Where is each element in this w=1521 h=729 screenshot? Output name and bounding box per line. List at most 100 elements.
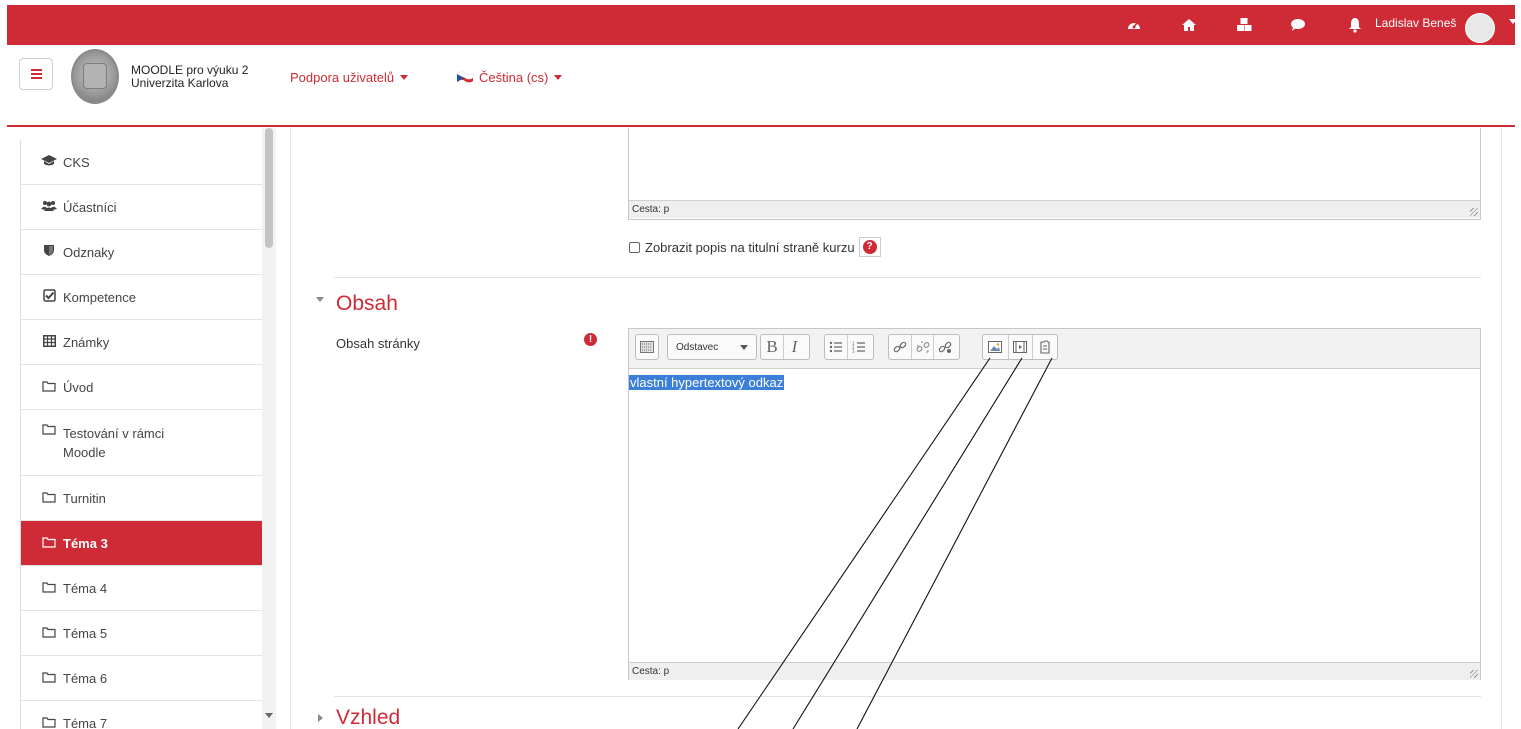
sidebar-item-label: Známky bbox=[63, 334, 110, 350]
folder-icon bbox=[41, 716, 57, 729]
content-field-label: Obsah stránky bbox=[336, 336, 420, 351]
sidebar-item-label: Odznaky bbox=[63, 244, 115, 260]
support-menu-label: Podpora uživatelů bbox=[290, 70, 395, 85]
hamburger-menu-button[interactable] bbox=[19, 58, 53, 90]
manage-files-icon[interactable] bbox=[1032, 335, 1057, 359]
editor-path-text: Cesta: p bbox=[632, 204, 670, 215]
description-editor[interactable]: Cesta: p bbox=[628, 128, 1481, 220]
sidebar-item-grades[interactable]: Známky bbox=[21, 320, 270, 365]
sidebar-item-label: Kompetence bbox=[63, 289, 136, 305]
user-menu-chevron-down-icon[interactable] bbox=[1509, 19, 1517, 24]
toolbar-group-toggle bbox=[635, 334, 659, 360]
ordered-list-icon[interactable]: 123 bbox=[847, 335, 869, 359]
editor-content-area[interactable]: vlastní hypertextový odkaz bbox=[629, 369, 1480, 663]
sidebar-item-tema-7[interactable]: Téma 7 bbox=[21, 701, 270, 729]
unlink-icon[interactable] bbox=[911, 335, 933, 359]
chevron-down-icon bbox=[400, 75, 409, 80]
folder-icon bbox=[41, 671, 57, 686]
sidebar-item-label: Účastníci bbox=[63, 199, 117, 215]
avatar[interactable] bbox=[1465, 13, 1495, 43]
site-header: MOODLE pro výuku 2 Univerzita Karlova Po… bbox=[7, 45, 1515, 127]
section-title-obsah[interactable]: Obsah bbox=[336, 292, 398, 316]
toolbar-group-format: B I bbox=[760, 334, 810, 360]
cubes-icon[interactable] bbox=[1236, 17, 1252, 33]
site-name[interactable]: MOODLE pro výuku 2 Univerzita Karlova bbox=[131, 64, 248, 90]
content-editor[interactable]: Odstavec B I 123 vlastní hypertextový od… bbox=[628, 328, 1481, 680]
sidebar-scrollbar[interactable] bbox=[262, 128, 276, 729]
language-label: Čeština (cs) bbox=[479, 70, 549, 85]
toolbar-group-links bbox=[888, 334, 960, 360]
graduation-cap-icon bbox=[41, 154, 57, 170]
required-exclamation-icon: ! bbox=[584, 333, 597, 346]
sidebar-item-label: Téma 7 bbox=[63, 715, 108, 729]
support-menu-link[interactable]: Podpora uživatelů bbox=[290, 70, 409, 85]
bell-icon[interactable] bbox=[1347, 17, 1363, 33]
sidebar-item-uvod[interactable]: Úvod bbox=[21, 365, 270, 410]
sidebar-item-label: CKS bbox=[63, 154, 90, 170]
section-title-vzhled[interactable]: Vzhled bbox=[336, 706, 400, 729]
czech-flag-icon bbox=[456, 71, 474, 83]
resize-handle[interactable] bbox=[1470, 670, 1478, 678]
folder-icon bbox=[41, 423, 57, 438]
question-circle-icon: ? bbox=[862, 240, 877, 254]
folder-icon bbox=[41, 626, 57, 641]
folder-icon bbox=[41, 581, 57, 596]
sidebar-item-tema-4[interactable]: Téma 4 bbox=[21, 566, 270, 611]
show-description-checkbox[interactable] bbox=[629, 241, 640, 253]
expand-caret-icon[interactable] bbox=[318, 714, 323, 722]
editor-toolbar: Odstavec B I 123 bbox=[629, 329, 1480, 369]
bold-button[interactable]: B bbox=[761, 335, 783, 359]
sidebar-item-label: Turnitin bbox=[63, 490, 106, 506]
unordered-list-icon[interactable] bbox=[825, 335, 847, 359]
sidebar-item-competencies[interactable]: Kompetence bbox=[21, 275, 270, 320]
check-square-icon bbox=[41, 289, 57, 305]
toolbar-group-media bbox=[982, 334, 1058, 360]
folder-icon bbox=[41, 380, 57, 395]
chevron-down-icon bbox=[740, 345, 748, 350]
language-menu-link[interactable]: Čeština (cs) bbox=[455, 70, 563, 85]
paragraph-style-value: Odstavec bbox=[676, 341, 719, 353]
home-icon[interactable] bbox=[1181, 17, 1197, 33]
sidebar-item-label: Téma 3 bbox=[63, 535, 108, 551]
sidebar-item-cks[interactable]: CKS bbox=[21, 140, 270, 185]
collapse-caret-icon[interactable] bbox=[316, 297, 324, 302]
manage-links-icon[interactable] bbox=[933, 335, 955, 359]
toolbar-group-paragraph: Odstavec bbox=[667, 334, 757, 360]
insert-media-icon[interactable] bbox=[1007, 335, 1033, 359]
sidebar-item-testing[interactable]: Testování v rámci Moodle bbox=[21, 410, 270, 476]
chevron-down-icon bbox=[554, 75, 563, 80]
shield-icon bbox=[41, 244, 57, 260]
folder-icon bbox=[41, 491, 57, 506]
svg-text:3: 3 bbox=[852, 349, 855, 353]
divider bbox=[334, 696, 1481, 697]
help-button[interactable]: ? bbox=[858, 237, 881, 257]
sidebar-item-participants[interactable]: Účastníci bbox=[21, 185, 270, 230]
sidebar-item-label-line2: Moodle bbox=[63, 444, 106, 460]
italic-button[interactable]: I bbox=[783, 335, 805, 359]
selected-text[interactable]: vlastní hypertextový odkaz bbox=[629, 375, 785, 390]
link-icon[interactable] bbox=[889, 335, 911, 359]
course-nav-drawer: CKS Účastníci Odznaky Kompetence Známky … bbox=[20, 140, 271, 729]
university-seal-logo[interactable] bbox=[71, 49, 119, 104]
resize-handle[interactable] bbox=[1470, 208, 1478, 216]
scrollbar-thumb[interactable] bbox=[265, 128, 273, 248]
folder-icon bbox=[41, 536, 57, 551]
paragraph-style-select[interactable]: Odstavec bbox=[668, 335, 756, 359]
sidebar-item-tema-6[interactable]: Téma 6 bbox=[21, 656, 270, 701]
show-more-buttons-icon[interactable] bbox=[636, 335, 658, 359]
sidebar-item-badges[interactable]: Odznaky bbox=[21, 230, 270, 275]
sidebar-item-label: Testování v rámci Moodle bbox=[63, 424, 164, 462]
show-description-label[interactable]: Zobrazit popis na titulní straně kurzu bbox=[645, 240, 855, 255]
sidebar-item-label-line1: Testování v rámci bbox=[63, 425, 165, 441]
editor-path-text: Cesta: p bbox=[632, 666, 670, 677]
sidebar-item-turnitin[interactable]: Turnitin bbox=[21, 476, 270, 521]
divider bbox=[334, 277, 1481, 278]
sidebar-item-tema-5[interactable]: Téma 5 bbox=[21, 611, 270, 656]
sidebar-item-label: Téma 5 bbox=[63, 625, 108, 641]
scroll-down-arrow-icon[interactable] bbox=[265, 713, 273, 718]
user-name[interactable]: Ladislav Beneš bbox=[1375, 15, 1456, 31]
dashboard-icon[interactable] bbox=[1126, 17, 1142, 33]
sidebar-item-tema-3[interactable]: Téma 3 bbox=[21, 521, 270, 566]
insert-image-icon[interactable] bbox=[983, 335, 1008, 359]
chat-icon[interactable] bbox=[1290, 17, 1306, 33]
